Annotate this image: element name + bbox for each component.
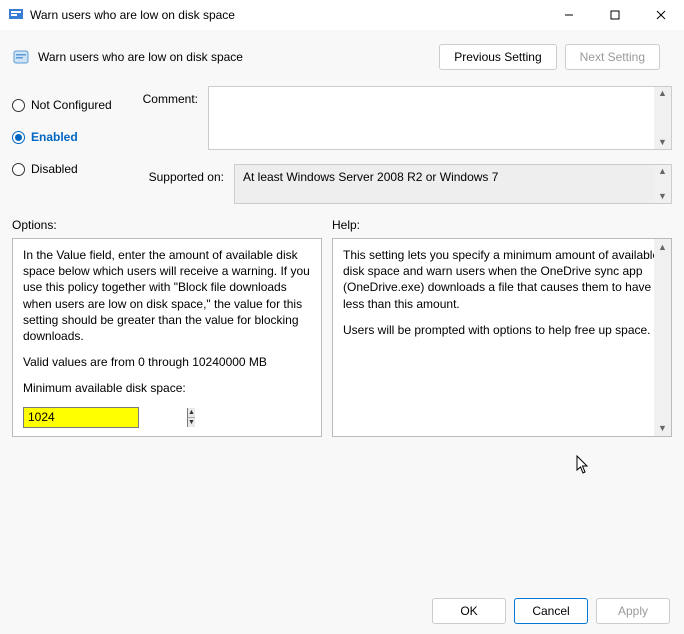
help-text: Users will be prompted with options to h… <box>343 322 661 338</box>
close-button[interactable] <box>638 0 684 30</box>
supported-on-text: At least Windows Server 2008 R2 or Windo… <box>243 170 498 184</box>
help-text: This setting lets you specify a minimum … <box>343 247 661 312</box>
minimize-button[interactable] <box>546 0 592 30</box>
title-bar: Warn users who are low on disk space <box>0 0 684 30</box>
cursor-icon <box>576 455 592 475</box>
radio-not-configured[interactable]: Not Configured <box>12 98 122 112</box>
help-panel: This setting lets you specify a minimum … <box>332 238 672 437</box>
options-field-label: Minimum available disk space: <box>23 380 311 396</box>
ok-button[interactable]: OK <box>432 598 506 624</box>
radio-label: Not Configured <box>31 98 112 112</box>
policy-title: Warn users who are low on disk space <box>38 50 243 64</box>
cancel-button[interactable]: Cancel <box>514 598 588 624</box>
scrollbar[interactable]: ▲▼ <box>654 87 671 149</box>
options-panel: In the Value field, enter the amount of … <box>12 238 322 437</box>
next-setting-button[interactable]: Next Setting <box>565 44 660 70</box>
window-title: Warn users who are low on disk space <box>30 8 235 22</box>
options-text: Valid values are from 0 through 10240000… <box>23 354 311 370</box>
options-label: Options: <box>12 218 322 232</box>
radio-enabled[interactable]: Enabled <box>12 130 122 144</box>
scrollbar[interactable]: ▲▼ <box>654 165 671 203</box>
scrollbar[interactable]: ▲▼ <box>654 239 671 436</box>
radio-label: Enabled <box>31 130 78 144</box>
radio-label: Disabled <box>31 162 78 176</box>
policy-icon <box>12 48 30 66</box>
comment-label: Comment: <box>136 86 198 106</box>
previous-setting-button[interactable]: Previous Setting <box>439 44 556 70</box>
min-disk-space-input[interactable] <box>24 408 187 428</box>
radio-icon <box>12 163 25 176</box>
apply-button[interactable]: Apply <box>596 598 670 624</box>
radio-icon <box>12 99 25 112</box>
radio-icon <box>12 131 25 144</box>
radio-disabled[interactable]: Disabled <box>12 162 122 176</box>
maximize-button[interactable] <box>592 0 638 30</box>
spin-down-button[interactable]: ▼ <box>188 418 195 427</box>
spin-up-button[interactable]: ▲ <box>188 408 195 418</box>
footer-buttons: OK Cancel Apply <box>432 598 670 624</box>
header-row: Warn users who are low on disk space Pre… <box>0 30 684 80</box>
supported-label: Supported on: <box>136 164 224 184</box>
app-icon <box>8 7 24 23</box>
comment-textbox[interactable]: ▲▼ <box>208 86 672 150</box>
help-label: Help: <box>332 218 672 232</box>
min-disk-space-spinner[interactable]: ▲ ▼ <box>23 407 139 429</box>
options-text: In the Value field, enter the amount of … <box>23 247 311 344</box>
supported-on-box: At least Windows Server 2008 R2 or Windo… <box>234 164 672 204</box>
